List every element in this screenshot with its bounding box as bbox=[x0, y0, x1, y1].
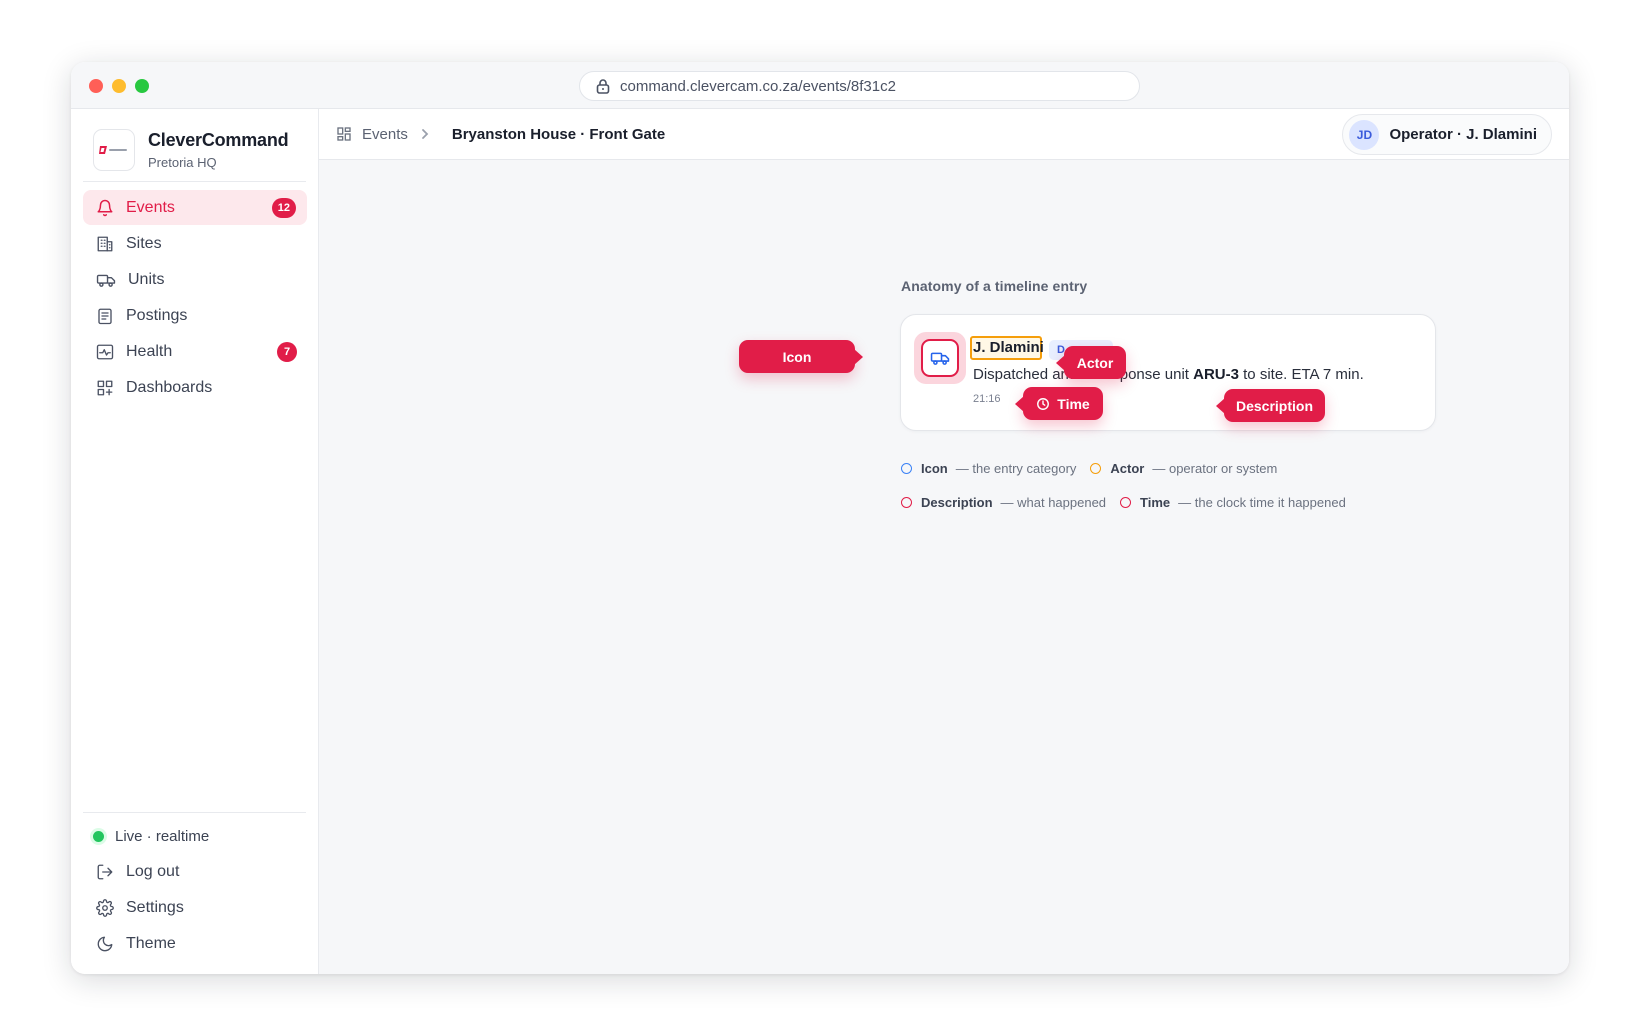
legend-key: Time bbox=[1140, 495, 1171, 510]
live-status-label: Live · realtime bbox=[115, 828, 210, 845]
close-window-button[interactable] bbox=[89, 79, 103, 93]
legend-item-icon: Icon — the entry category bbox=[901, 461, 1076, 476]
entry-actor: J. Dlamini bbox=[973, 339, 1044, 356]
live-status: Live · realtime bbox=[83, 819, 307, 854]
sidebar-item-label: Postings bbox=[126, 306, 188, 324]
clipboard-icon bbox=[98, 308, 112, 324]
sidebar-item-dashboards[interactable]: Dashboards bbox=[83, 370, 307, 405]
moon-icon bbox=[97, 936, 113, 951]
breadcrumb: Events Bryanston House · Front Gate bbox=[336, 126, 665, 143]
gear-icon bbox=[96, 898, 114, 917]
sidebar-item-label: Dashboards bbox=[126, 378, 213, 396]
logout-label: Log out bbox=[126, 862, 180, 880]
sidebar-item-label: Sites bbox=[126, 234, 162, 252]
anatomy-title: Anatomy of a timeline entry bbox=[901, 278, 1088, 294]
sidebar-item-label: Units bbox=[128, 270, 165, 288]
dashboard-icon bbox=[97, 380, 113, 395]
sidebar-item-label: Health bbox=[126, 342, 173, 360]
bell-icon bbox=[97, 199, 113, 216]
legend-row-1: Icon — the entry category Actor — operat… bbox=[901, 461, 1291, 476]
sidebar: CleverCommand Pretoria HQ Events 12 Site… bbox=[71, 109, 319, 974]
legend-row-2: Description — what happened Time — the c… bbox=[901, 495, 1360, 510]
legend-key: Icon bbox=[921, 461, 948, 476]
lock-icon bbox=[596, 79, 610, 94]
truck-icon bbox=[930, 352, 950, 365]
sidebar-footer: Live · realtime Log out Settings Theme bbox=[83, 819, 307, 962]
sidebar-item-postings[interactable]: Postings bbox=[83, 298, 307, 333]
brand-logo bbox=[93, 129, 135, 171]
health-count-badge: 7 bbox=[277, 342, 297, 362]
breadcrumb-events-link[interactable]: Events bbox=[362, 126, 408, 143]
browser-window: command.clevercam.co.za/events/8f31c2 Cl… bbox=[71, 62, 1569, 974]
clock-icon bbox=[1037, 397, 1050, 410]
legend-text: — the clock time it happened bbox=[1178, 495, 1346, 510]
title-bar: command.clevercam.co.za/events/8f31c2 bbox=[71, 62, 1569, 109]
entry-description: Dispatched armed response unit ARU-3 to … bbox=[973, 366, 1364, 383]
legend-key: Actor bbox=[1110, 461, 1145, 476]
legend-ring-icon bbox=[1120, 497, 1132, 508]
main-content: Events Bryanston House · Front Gate JD O… bbox=[319, 109, 1569, 974]
legend-ring-icon bbox=[1090, 463, 1102, 474]
legend-item-actor: Actor — operator or system bbox=[1090, 461, 1277, 476]
activity-icon bbox=[96, 344, 114, 359]
entry-time: 21:16 bbox=[973, 393, 1001, 405]
time-callout: Time bbox=[1015, 387, 1103, 420]
logout-button[interactable]: Log out bbox=[83, 854, 307, 889]
legend-text: — what happened bbox=[1000, 495, 1107, 510]
chevron-right-icon bbox=[420, 128, 440, 140]
brand[interactable]: CleverCommand Pretoria HQ bbox=[93, 129, 289, 171]
legend-key: Description bbox=[921, 495, 993, 510]
address-bar[interactable]: command.clevercam.co.za/events/8f31c2 bbox=[579, 71, 1140, 101]
settings-label: Settings bbox=[126, 898, 184, 916]
theme-label: Theme bbox=[126, 934, 176, 952]
sidebar-item-units[interactable]: Units bbox=[83, 262, 307, 297]
live-indicator-icon bbox=[93, 831, 104, 842]
icon-callout-label: Icon bbox=[782, 348, 812, 365]
sidebar-item-events[interactable]: Events 12 bbox=[83, 190, 307, 225]
logout-icon bbox=[97, 864, 113, 879]
user-name: Operator · J. Dlamini bbox=[1389, 126, 1537, 143]
brand-location: Pretoria HQ bbox=[148, 155, 217, 170]
user-menu[interactable]: JD Operator · J. Dlamini bbox=[1342, 114, 1552, 155]
legend-ring-icon bbox=[901, 463, 912, 474]
legend-ring-icon bbox=[901, 497, 912, 508]
sidebar-footer-divider bbox=[83, 812, 306, 813]
description-suffix: to site. ETA 7 min. bbox=[1238, 366, 1364, 383]
entry-category-icon bbox=[921, 339, 959, 377]
unit-code: ARU-3 bbox=[1193, 366, 1239, 383]
events-count-badge: 12 bbox=[271, 198, 296, 218]
sidebar-divider bbox=[83, 181, 306, 182]
description-callout-label: Description bbox=[1235, 397, 1313, 414]
sidebar-item-health[interactable]: Health 7 bbox=[83, 334, 307, 369]
url-text: command.clevercam.co.za/events/8f31c2 bbox=[620, 77, 896, 95]
legend-item-time: Time — the clock time it happened bbox=[1120, 495, 1346, 510]
settings-button[interactable]: Settings bbox=[83, 890, 307, 925]
legend-text: — operator or system bbox=[1152, 461, 1278, 476]
legend-item-description: Description — what happened bbox=[901, 495, 1106, 510]
icon-callout: Icon bbox=[739, 340, 863, 373]
description-callout: Description bbox=[1216, 389, 1325, 422]
truck-icon bbox=[96, 274, 116, 287]
top-bar: Events Bryanston House · Front Gate JD O… bbox=[319, 109, 1569, 160]
sidebar-item-label: Events bbox=[126, 198, 175, 216]
theme-button[interactable]: Theme bbox=[83, 926, 307, 961]
breadcrumb-current: Bryanston House · Front Gate bbox=[451, 125, 666, 143]
legend-text: — the entry category bbox=[955, 461, 1077, 476]
grid-icon bbox=[337, 127, 351, 141]
avatar: JD bbox=[1349, 119, 1380, 150]
sidebar-item-sites[interactable]: Sites bbox=[83, 226, 307, 261]
sidebar-nav: Events 12 Sites Units Postings Health 7 bbox=[83, 190, 307, 406]
actor-callout: Actor bbox=[1056, 346, 1126, 379]
building-icon bbox=[97, 236, 113, 251]
brand-name: CleverCommand bbox=[148, 130, 289, 150]
minimize-window-button[interactable] bbox=[112, 79, 126, 93]
time-callout-label: Time bbox=[1057, 395, 1090, 412]
timeline-entry-card: J. Dlamini D Dispatched armed response u… bbox=[900, 314, 1436, 431]
maximize-window-button[interactable] bbox=[135, 79, 149, 93]
actor-callout-label: Actor bbox=[1076, 354, 1114, 371]
